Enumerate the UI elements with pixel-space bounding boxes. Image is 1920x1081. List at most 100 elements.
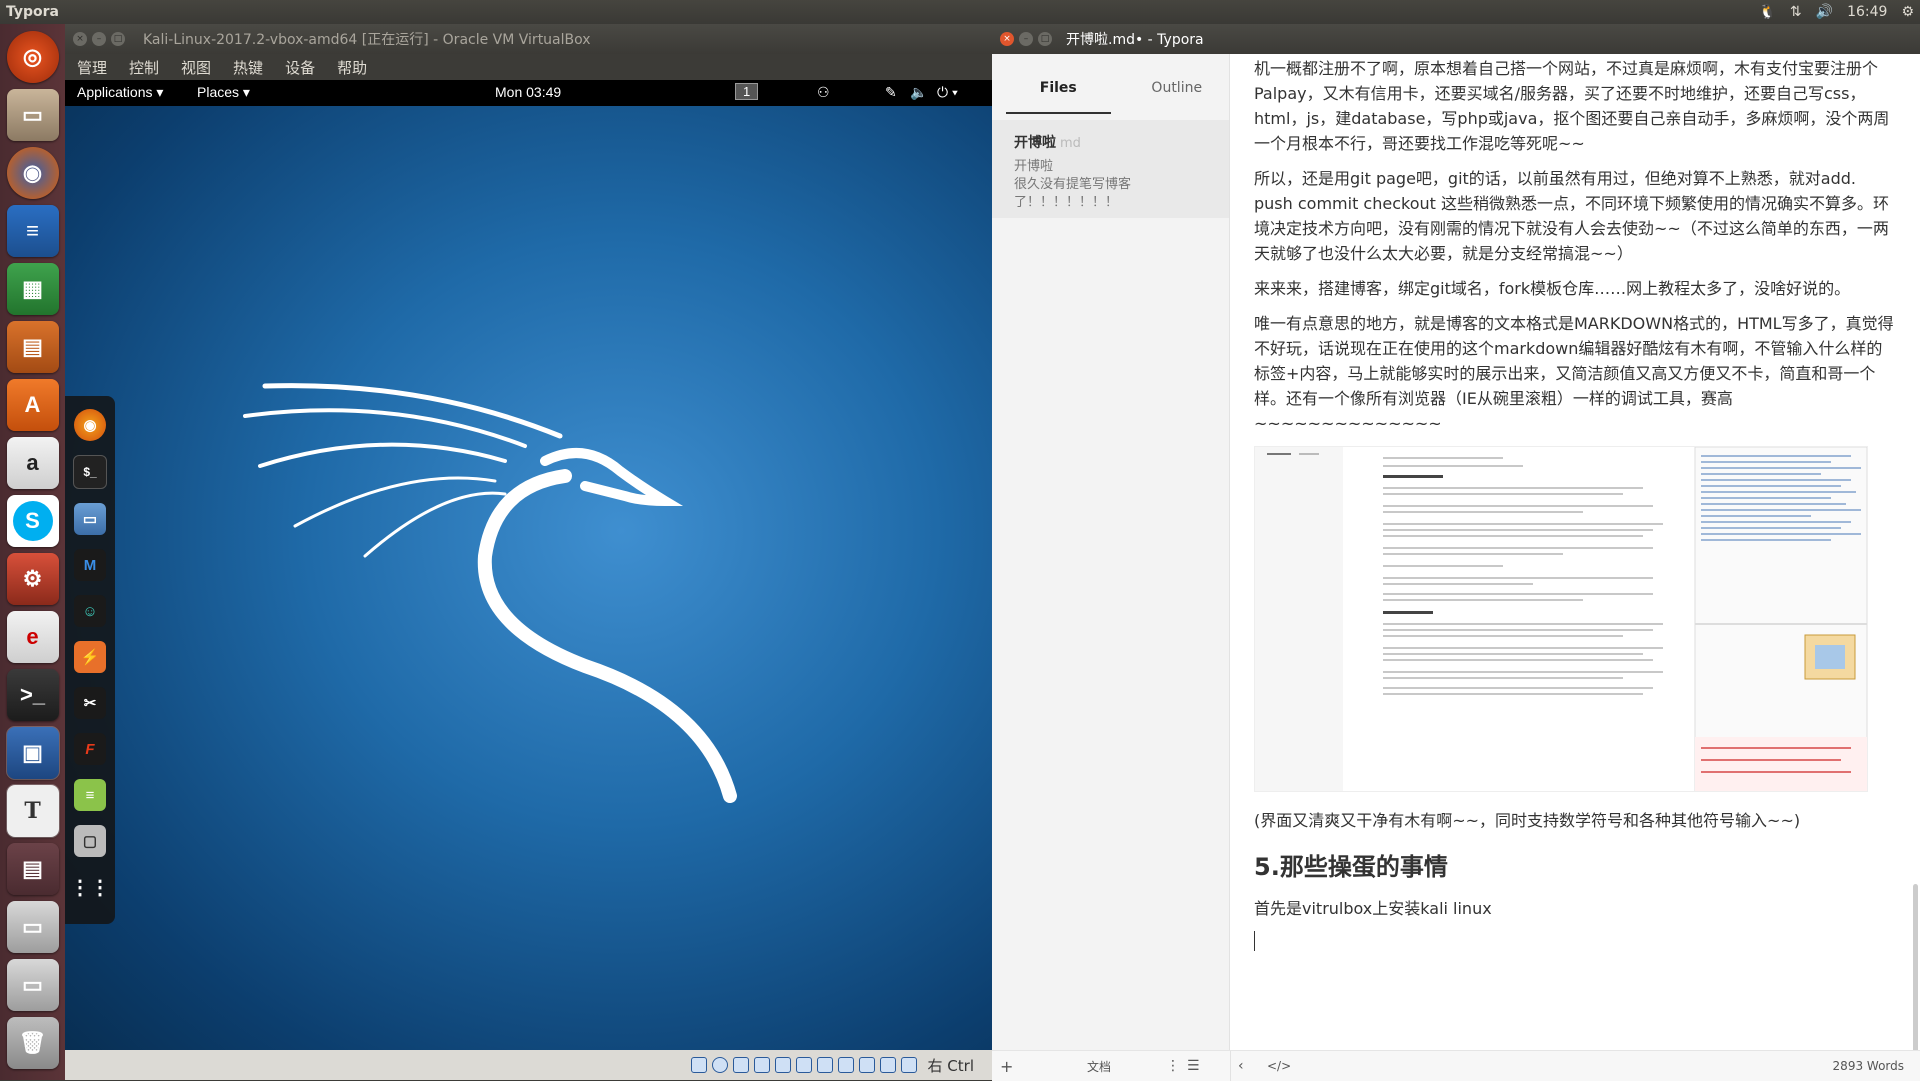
keyboard-icon[interactable] [900,1057,917,1073]
add-file-icon[interactable]: + [1000,1057,1013,1076]
typora-icon[interactable]: T [5,784,60,838]
paragraph[interactable]: 唯一有点意思的地方，就是博客的文本格式是MARKDOWN格式的，HTML写多了，… [1254,311,1894,436]
skype-icon[interactable]: S [6,495,59,547]
pdf-reader-icon[interactable]: e [6,611,59,663]
maltego-icon[interactable]: ✂ [74,687,106,719]
places-menu[interactable]: Places ▾ [197,84,250,101]
firefox-icon[interactable]: ◉ [6,147,59,199]
ubuntu-dash-icon[interactable]: ◎ [6,31,59,83]
workspace-switcher-icon[interactable]: ▤ [6,843,59,895]
menu-devices[interactable]: 设备 [285,57,315,78]
menu-control[interactable]: 控制 [129,57,159,78]
chevron-left-icon[interactable]: ‹ [1238,1058,1244,1074]
menu-manage[interactable]: 管理 [77,57,107,78]
tux-icon[interactable]: 🐧 [1758,4,1775,20]
menu-view[interactable]: 视图 [181,57,211,78]
cpu-icon[interactable] [858,1057,875,1073]
footer-doc-label[interactable]: 文档 [1087,1058,1111,1075]
trash-icon[interactable]: 🗑 [6,1017,59,1069]
gear-icon[interactable]: ⚙ [1901,4,1914,20]
maximize-icon[interactable]: □ [111,32,125,46]
minimize-icon[interactable]: – [1019,32,1033,46]
optical-drive-icon[interactable] [711,1057,728,1073]
drive-icon-2[interactable]: ▭ [6,959,59,1011]
close-icon[interactable]: × [73,32,87,46]
maximize-icon[interactable]: □ [1038,32,1052,46]
volume-icon[interactable]: 🔈 [910,84,927,101]
impress-icon[interactable]: ▤ [6,321,59,373]
cherrytree-icon[interactable]: ▢ [74,825,106,857]
paragraph[interactable]: 所以，还是用git page吧，git的话，以前虽然有用过，但绝对算不上熟悉，就… [1254,166,1894,266]
window-title: Kali-Linux-2017.2-vbox-amd64 [正在运行] - Or… [143,32,591,48]
virtualbox-icon[interactable]: ▣ [5,726,60,780]
shared-folder-icon[interactable] [795,1057,812,1073]
files-icon[interactable]: ▭ [74,503,106,535]
terminal-icon[interactable]: >_ [6,669,59,721]
gnome-top-bar: Applications ▾ Places ▾ Mon 03:49 1 ⚇ ✎ … [65,80,992,106]
show-apps-icon[interactable]: ⋮⋮ [70,871,110,903]
kali-dash: ◉ $_ ▭ M ☺ ⚡ ✂ F ≡ ▢ ⋮⋮ [65,396,115,924]
file-name: 开博啦 md [1014,135,1081,151]
menu-hotkey[interactable]: 热键 [233,57,263,78]
calc-icon[interactable]: ▦ [6,263,59,315]
more-options-icon[interactable]: ⋮ [1166,1058,1180,1074]
clock[interactable]: 16:49 [1847,4,1887,20]
people-icon[interactable]: ⚇ [817,84,830,101]
image-caption[interactable]: (界面又清爽又干净有木有啊~~，同时支持数学符号和各种其他符号输入~~) [1254,808,1894,833]
top-panel: Typora 🐧 ⇅ 🔊 16:49 ⚙ [0,0,1920,24]
kali-desktop[interactable]: ◉ $_ ▭ M ☺ ⚡ ✂ F ≡ ▢ ⋮⋮ [65,106,992,1050]
audio-icon[interactable] [732,1057,749,1073]
mouse-integration-icon[interactable] [879,1057,896,1073]
drive-icon[interactable]: ▭ [6,901,59,953]
volume-icon[interactable]: 🔊 [1816,4,1833,20]
guest-clock[interactable]: Mon 03:49 [495,84,561,100]
file-list-item[interactable]: 开博啦 md 开博啦 很久没有提笔写博客 了！！！！！！！ [992,120,1229,218]
scrollbar-thumb[interactable] [1913,884,1918,1050]
document-content[interactable]: 机一概都注册不了啊，原本想着自己搭一个网站，不过真是麻烦啊，木有支付宝要注册个P… [1254,54,1894,951]
pen-icon[interactable]: ✎ [885,84,897,101]
workspace-indicator[interactable]: 1 [735,83,759,100]
files-icon[interactable]: ▭ [6,89,59,141]
section-heading[interactable]: 5.那些操蛋的事情 [1254,847,1894,882]
embedded-screenshot-image[interactable] [1254,446,1868,792]
menu-help[interactable]: 帮助 [337,57,367,78]
guest-screen[interactable]: Applications ▾ Places ▾ Mon 03:49 1 ⚇ ✎ … [65,80,992,1080]
leafpad-icon[interactable]: ≡ [74,779,106,811]
source-code-icon[interactable]: </> [1267,1059,1291,1073]
toggle-sidebar-icon[interactable]: ☰ [1187,1058,1200,1074]
word-count[interactable]: 2893 Words [1833,1059,1904,1073]
software-center-icon[interactable]: A [6,379,59,431]
terminal-icon[interactable]: $_ [73,455,107,489]
unity-launcher: ◎ ▭ ◉ ≡ ▦ ▤ A a S ⚙ e >_ ▣ T ▤ ▭ ▭ 🗑 [0,24,65,1080]
faraday-icon[interactable]: F [74,733,106,765]
network-icon[interactable]: ⇅ [1790,4,1802,20]
minimize-icon[interactable]: – [92,32,106,46]
amazon-icon[interactable]: a [6,437,59,489]
usb-icon[interactable] [774,1057,791,1073]
metasploit-icon[interactable]: M [74,549,106,581]
kali-dragon-logo [243,383,737,803]
sidebar-tabs: Files Outline [992,68,1229,114]
applications-menu[interactable]: Applications ▾ [77,84,163,101]
typora-footer: + 文档 ⋮ ☰ ‹ </> 2893 Words [992,1050,1920,1081]
system-tray: 🐧 ⇅ 🔊 16:49 ⚙ [1758,0,1914,24]
tab-files[interactable]: Files [1006,68,1111,114]
display-icon[interactable] [816,1057,833,1073]
paragraph[interactable]: 首先是vitrulbox上安装kali linux [1254,896,1894,921]
burpsuite-icon[interactable]: ⚡ [74,641,106,673]
system-settings-icon[interactable]: ⚙ [6,553,59,605]
tab-outline[interactable]: Outline [1125,68,1230,114]
virtualbox-titlebar[interactable]: × – □ Kali-Linux-2017.2-vbox-amd64 [正在运行… [65,24,992,54]
firefox-esr-icon[interactable]: ◉ [74,409,106,441]
close-icon[interactable]: × [1000,32,1014,46]
armitage-icon[interactable]: ☺ [74,595,106,627]
network-icon[interactable] [753,1057,770,1073]
hdd-icon[interactable] [690,1057,707,1073]
editor-area[interactable]: 机一概都注册不了啊，原本想着自己搭一个网站，不过真是麻烦啊，木有支付宝要注册个P… [1230,54,1920,1050]
paragraph[interactable]: 来来来，搭建博客，绑定git域名，fork模板仓库……网上教程太多了，没啥好说的… [1254,276,1894,301]
writer-icon[interactable]: ≡ [6,205,59,257]
power-icon[interactable]: ⏻ ▾ [937,84,958,101]
paragraph[interactable]: 机一概都注册不了啊，原本想着自己搭一个网站，不过真是麻烦啊，木有支付宝要注册个P… [1254,56,1894,156]
video-capture-icon[interactable] [837,1057,854,1073]
typora-titlebar[interactable]: × – □ 开博啦.md• - Typora [992,24,1920,54]
